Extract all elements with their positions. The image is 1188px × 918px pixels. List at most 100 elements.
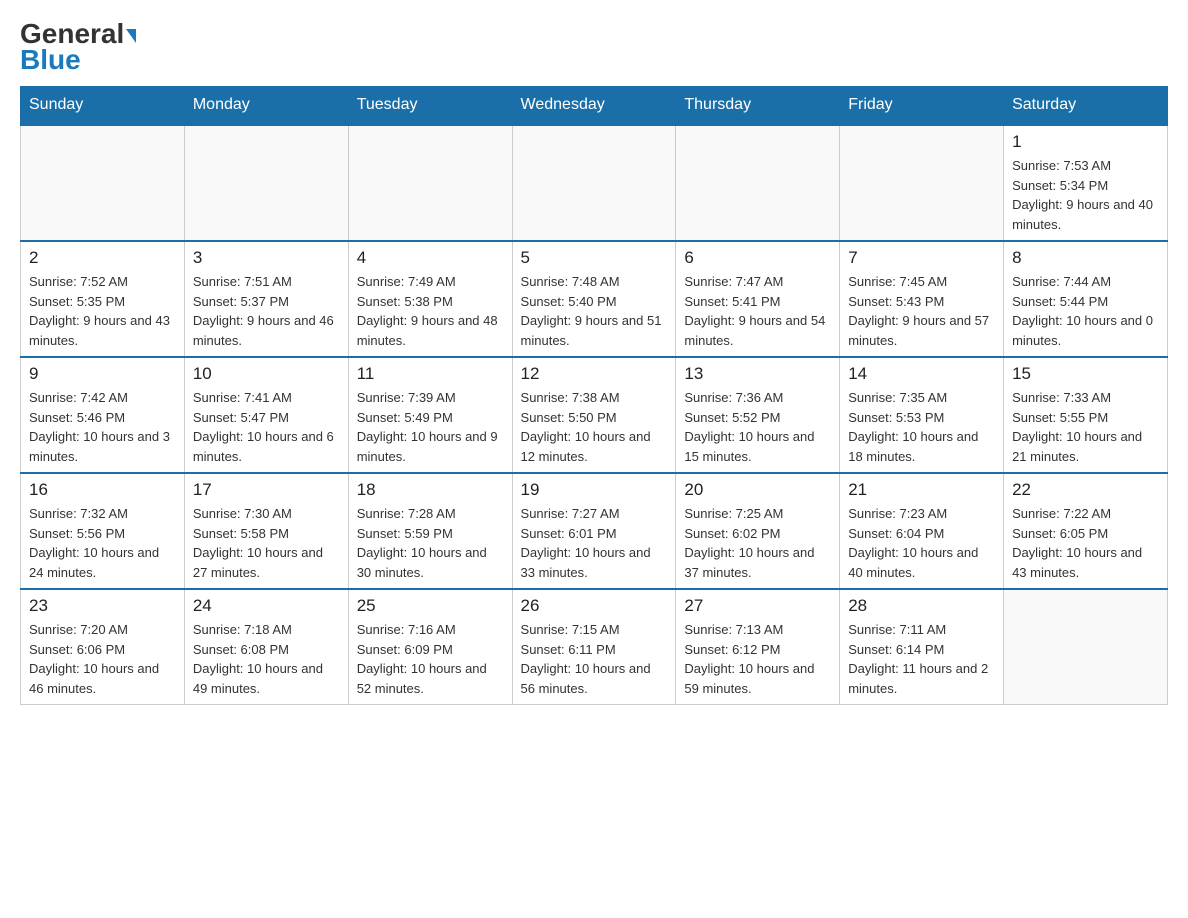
day-info: Sunrise: 7:53 AMSunset: 5:34 PMDaylight:…	[1012, 156, 1159, 234]
calendar-header-tuesday: Tuesday	[348, 86, 512, 125]
calendar-header-row: SundayMondayTuesdayWednesdayThursdayFrid…	[21, 86, 1168, 125]
day-number: 28	[848, 596, 995, 616]
calendar-day-cell: 9 Sunrise: 7:42 AMSunset: 5:46 PMDaylight…	[21, 357, 185, 473]
calendar-day-cell: 12 Sunrise: 7:38 AMSunset: 5:50 PMDayligh…	[512, 357, 676, 473]
calendar-day-cell: 4 Sunrise: 7:49 AMSunset: 5:38 PMDaylight…	[348, 241, 512, 357]
calendar-week-4: 16 Sunrise: 7:32 AMSunset: 5:56 PMDayligh…	[21, 473, 1168, 589]
calendar-day-cell: 6 Sunrise: 7:47 AMSunset: 5:41 PMDaylight…	[676, 241, 840, 357]
day-info: Sunrise: 7:52 AMSunset: 5:35 PMDaylight:…	[29, 272, 176, 350]
calendar-day-cell: 8 Sunrise: 7:44 AMSunset: 5:44 PMDaylight…	[1004, 241, 1168, 357]
day-number: 18	[357, 480, 504, 500]
day-info: Sunrise: 7:48 AMSunset: 5:40 PMDaylight:…	[521, 272, 668, 350]
calendar-week-2: 2 Sunrise: 7:52 AMSunset: 5:35 PMDaylight…	[21, 241, 1168, 357]
calendar-day-cell: 23 Sunrise: 7:20 AMSunset: 6:06 PMDayligh…	[21, 589, 185, 705]
day-number: 16	[29, 480, 176, 500]
calendar-day-cell: 10Sunrise: 7:41 AMSunset: 5:47 PMDayligh…	[184, 357, 348, 473]
calendar-header-sunday: Sunday	[21, 86, 185, 125]
day-number: 5	[521, 248, 668, 268]
day-info: Sunrise: 7:32 AMSunset: 5:56 PMDaylight:…	[29, 504, 176, 582]
day-number: 8	[1012, 248, 1159, 268]
calendar-day-cell: 20 Sunrise: 7:25 AMSunset: 6:02 PMDayligh…	[676, 473, 840, 589]
day-info: Sunrise: 7:23 AMSunset: 6:04 PMDaylight:…	[848, 504, 995, 582]
calendar-day-cell	[184, 125, 348, 241]
day-number: 17	[193, 480, 340, 500]
calendar-day-cell: 27 Sunrise: 7:13 AMSunset: 6:12 PMDayligh…	[676, 589, 840, 705]
calendar-day-cell	[676, 125, 840, 241]
day-info: Sunrise: 7:39 AMSunset: 5:49 PMDaylight:…	[357, 388, 504, 466]
calendar-header-wednesday: Wednesday	[512, 86, 676, 125]
calendar-week-1: 1 Sunrise: 7:53 AMSunset: 5:34 PMDaylight…	[21, 125, 1168, 241]
day-number: 13	[684, 364, 831, 384]
day-number: 6	[684, 248, 831, 268]
calendar-week-3: 9 Sunrise: 7:42 AMSunset: 5:46 PMDaylight…	[21, 357, 1168, 473]
day-info: Sunrise: 7:42 AMSunset: 5:46 PMDaylight:…	[29, 388, 176, 466]
day-number: 1	[1012, 132, 1159, 152]
day-number: 23	[29, 596, 176, 616]
day-info: Sunrise: 7:27 AMSunset: 6:01 PMDaylight:…	[521, 504, 668, 582]
day-info: Sunrise: 7:47 AMSunset: 5:41 PMDaylight:…	[684, 272, 831, 350]
calendar-day-cell: 22Sunrise: 7:22 AMSunset: 6:05 PMDayligh…	[1004, 473, 1168, 589]
calendar-day-cell: 28Sunrise: 7:11 AMSunset: 6:14 PMDayligh…	[840, 589, 1004, 705]
calendar-day-cell: 26 Sunrise: 7:15 AMSunset: 6:11 PMDayligh…	[512, 589, 676, 705]
day-info: Sunrise: 7:16 AMSunset: 6:09 PMDaylight:…	[357, 620, 504, 698]
day-number: 27	[684, 596, 831, 616]
day-number: 25	[357, 596, 504, 616]
day-number: 19	[521, 480, 668, 500]
day-info: Sunrise: 7:51 AMSunset: 5:37 PMDaylight:…	[193, 272, 340, 350]
logo-blue: Blue	[20, 44, 81, 76]
day-number: 26	[521, 596, 668, 616]
calendar-table: SundayMondayTuesdayWednesdayThursdayFrid…	[20, 86, 1168, 705]
calendar-header-monday: Monday	[184, 86, 348, 125]
calendar-day-cell: 7 Sunrise: 7:45 AMSunset: 5:43 PMDaylight…	[840, 241, 1004, 357]
day-info: Sunrise: 7:41 AMSunset: 5:47 PMDaylight:…	[193, 388, 340, 466]
day-number: 11	[357, 364, 504, 384]
day-number: 9	[29, 364, 176, 384]
calendar-day-cell: 11 Sunrise: 7:39 AMSunset: 5:49 PMDayligh…	[348, 357, 512, 473]
calendar-header-friday: Friday	[840, 86, 1004, 125]
calendar-day-cell	[348, 125, 512, 241]
day-info: Sunrise: 7:36 AMSunset: 5:52 PMDaylight:…	[684, 388, 831, 466]
calendar-day-cell: 15Sunrise: 7:33 AMSunset: 5:55 PMDayligh…	[1004, 357, 1168, 473]
day-number: 2	[29, 248, 176, 268]
day-info: Sunrise: 7:15 AMSunset: 6:11 PMDaylight:…	[521, 620, 668, 698]
day-number: 3	[193, 248, 340, 268]
logo: General Blue	[20, 20, 136, 76]
calendar-day-cell: 1 Sunrise: 7:53 AMSunset: 5:34 PMDaylight…	[1004, 125, 1168, 241]
calendar-day-cell: 19 Sunrise: 7:27 AMSunset: 6:01 PMDayligh…	[512, 473, 676, 589]
day-info: Sunrise: 7:30 AMSunset: 5:58 PMDaylight:…	[193, 504, 340, 582]
calendar-day-cell: 13 Sunrise: 7:36 AMSunset: 5:52 PMDayligh…	[676, 357, 840, 473]
calendar-day-cell	[21, 125, 185, 241]
day-number: 7	[848, 248, 995, 268]
calendar-day-cell: 24Sunrise: 7:18 AMSunset: 6:08 PMDayligh…	[184, 589, 348, 705]
calendar-day-cell: 3 Sunrise: 7:51 AMSunset: 5:37 PMDaylight…	[184, 241, 348, 357]
day-info: Sunrise: 7:38 AMSunset: 5:50 PMDaylight:…	[521, 388, 668, 466]
day-info: Sunrise: 7:13 AMSunset: 6:12 PMDaylight:…	[684, 620, 831, 698]
day-info: Sunrise: 7:25 AMSunset: 6:02 PMDaylight:…	[684, 504, 831, 582]
day-number: 14	[848, 364, 995, 384]
calendar-day-cell	[840, 125, 1004, 241]
day-number: 4	[357, 248, 504, 268]
day-number: 22	[1012, 480, 1159, 500]
page-header: General Blue	[20, 20, 1168, 76]
day-info: Sunrise: 7:33 AMSunset: 5:55 PMDaylight:…	[1012, 388, 1159, 466]
calendar-week-5: 23 Sunrise: 7:20 AMSunset: 6:06 PMDayligh…	[21, 589, 1168, 705]
day-number: 21	[848, 480, 995, 500]
logo-arrow-icon	[126, 29, 136, 43]
day-info: Sunrise: 7:20 AMSunset: 6:06 PMDaylight:…	[29, 620, 176, 698]
calendar-day-cell: 25 Sunrise: 7:16 AMSunset: 6:09 PMDayligh…	[348, 589, 512, 705]
calendar-day-cell: 17 Sunrise: 7:30 AMSunset: 5:58 PMDayligh…	[184, 473, 348, 589]
day-number: 24	[193, 596, 340, 616]
calendar-header-saturday: Saturday	[1004, 86, 1168, 125]
day-info: Sunrise: 7:45 AMSunset: 5:43 PMDaylight:…	[848, 272, 995, 350]
day-number: 12	[521, 364, 668, 384]
day-info: Sunrise: 7:44 AMSunset: 5:44 PMDaylight:…	[1012, 272, 1159, 350]
calendar-day-cell: 16 Sunrise: 7:32 AMSunset: 5:56 PMDayligh…	[21, 473, 185, 589]
calendar-day-cell: 21 Sunrise: 7:23 AMSunset: 6:04 PMDayligh…	[840, 473, 1004, 589]
day-info: Sunrise: 7:28 AMSunset: 5:59 PMDaylight:…	[357, 504, 504, 582]
day-info: Sunrise: 7:35 AMSunset: 5:53 PMDaylight:…	[848, 388, 995, 466]
day-info: Sunrise: 7:49 AMSunset: 5:38 PMDaylight:…	[357, 272, 504, 350]
calendar-day-cell: 2 Sunrise: 7:52 AMSunset: 5:35 PMDaylight…	[21, 241, 185, 357]
day-number: 20	[684, 480, 831, 500]
calendar-day-cell: 5 Sunrise: 7:48 AMSunset: 5:40 PMDaylight…	[512, 241, 676, 357]
calendar-day-cell	[512, 125, 676, 241]
